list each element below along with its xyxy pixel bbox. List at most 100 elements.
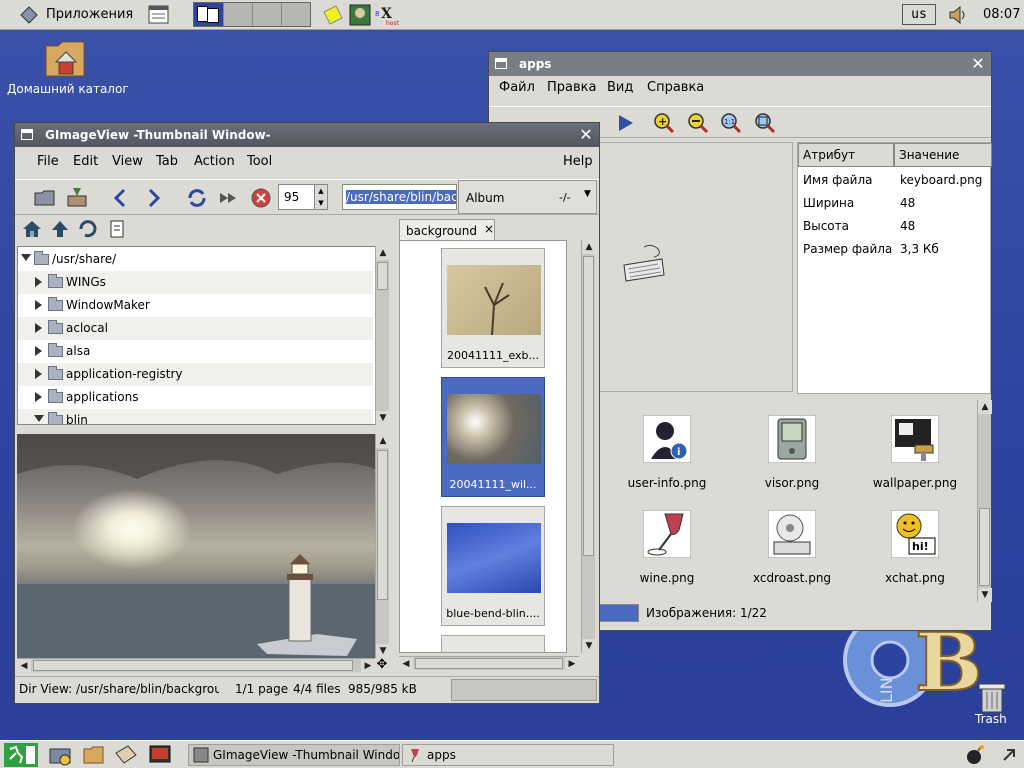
scroll-down-icon[interactable]: ▼ (582, 639, 596, 653)
path-input[interactable]: /usr/share/blin/bac (342, 184, 457, 210)
tree-row[interactable]: WINGs (18, 271, 373, 294)
zoom-fit-icon[interactable] (753, 111, 777, 135)
tree-row[interactable]: aclocal (18, 317, 373, 340)
skip-icon[interactable] (217, 186, 241, 210)
icon-wallpaper[interactable]: wallpaper.png (855, 414, 975, 490)
task-apps[interactable]: apps (402, 744, 614, 766)
preview-hscroll[interactable]: ◀ ▶ (17, 658, 375, 673)
icon-user-info[interactable]: i user-info.png (607, 414, 727, 490)
close-icon[interactable]: ✕ (969, 55, 987, 73)
icon-xcdroast[interactable]: xcdroast.png (732, 509, 852, 585)
collapsed-icon[interactable] (35, 323, 42, 333)
tray-arrow-icon[interactable] (1002, 748, 1016, 762)
document-icon[interactable] (106, 219, 130, 243)
window-menu-icon[interactable] (495, 58, 507, 69)
menu-view[interactable]: View (112, 154, 143, 169)
tree-scrollbar[interactable]: ▲ ▼ (375, 246, 390, 425)
scroll-left-icon[interactable]: ◀ (17, 659, 31, 673)
volume-icon[interactable] (948, 5, 968, 25)
home-folder-desktop-icon[interactable]: Домашний каталог (2, 38, 130, 98)
xhost-icon[interactable]: X 8 host (375, 4, 401, 26)
menu-help[interactable]: Help (563, 154, 593, 169)
workspace-2[interactable] (223, 3, 252, 26)
logout-icon[interactable] (4, 743, 38, 767)
launcher-4-icon[interactable] (148, 743, 172, 767)
icon-visor[interactable]: visor.png (732, 414, 852, 490)
apps-titlebar[interactable]: apps ✕ (489, 52, 991, 76)
window-list-icon[interactable] (148, 5, 170, 25)
scroll-down-icon[interactable]: ▼ (376, 644, 390, 658)
scroll-thumb[interactable] (377, 262, 388, 290)
scroll-up-icon[interactable]: ▲ (376, 246, 390, 260)
next-icon[interactable] (141, 186, 165, 210)
thumbnail-hscroll[interactable]: ◀ ▶ (399, 656, 579, 671)
tree-row[interactable]: applications (18, 386, 373, 409)
forward-icon[interactable] (613, 111, 637, 135)
zoom-normal-icon[interactable]: 1:1 (719, 111, 743, 135)
image-viewer-icon[interactable] (349, 4, 371, 26)
notes-icon[interactable] (322, 4, 344, 26)
collapsed-icon[interactable] (35, 369, 42, 379)
zoom-out-icon[interactable] (686, 111, 710, 135)
tree-row[interactable]: alsa (18, 340, 373, 363)
launcher-1-icon[interactable] (48, 743, 72, 767)
previous-icon[interactable] (109, 186, 133, 210)
menu-edit[interactable]: Правка (547, 80, 596, 95)
thumbnail-item-selected[interactable]: 20041111_wil... (441, 377, 545, 497)
up-arrow-icon[interactable] (49, 219, 73, 243)
thumbnail-item[interactable] (441, 635, 545, 652)
stop-icon[interactable] (249, 186, 273, 210)
collapsed-icon[interactable] (35, 346, 42, 356)
scroll-down-icon[interactable]: ▼ (978, 588, 992, 602)
icon-wine[interactable]: wine.png (607, 509, 727, 585)
close-icon[interactable]: ✕ (577, 126, 595, 144)
attr-header-key[interactable]: Атрибут (798, 143, 894, 167)
open-folder-icon[interactable] (33, 186, 57, 210)
refresh-icon[interactable] (185, 186, 209, 210)
scroll-up-icon[interactable]: ▲ (978, 400, 992, 414)
tab-background[interactable]: background × (399, 219, 495, 241)
tree-row[interactable]: blin (18, 409, 373, 424)
workspace-4[interactable] (281, 3, 310, 26)
zoom-in-icon[interactable]: + (652, 111, 676, 135)
scroll-right-icon[interactable]: ▶ (361, 659, 375, 673)
expanded-icon[interactable] (21, 254, 31, 261)
collapsed-icon[interactable] (35, 277, 42, 287)
thumbnail-item[interactable]: 20041111_exb... (441, 248, 545, 368)
menu-action[interactable]: Action (194, 154, 235, 169)
keyboard-layout-indicator[interactable]: us (902, 4, 936, 25)
spin-down-icon[interactable]: ▼ (314, 197, 327, 209)
workspace-1[interactable] (194, 3, 223, 26)
applications-menu[interactable]: Приложения (20, 4, 140, 26)
tree-row[interactable]: /usr/share/ (18, 248, 373, 271)
workspace-switcher[interactable] (193, 2, 311, 27)
menu-edit[interactable]: Edit (73, 154, 98, 169)
launcher-2-icon[interactable] (82, 743, 106, 767)
zoom-spinbox[interactable]: 95 ▲ ▼ (278, 184, 328, 210)
menu-help[interactable]: Справка (647, 80, 704, 95)
reload-icon[interactable] (77, 219, 101, 243)
spin-up-icon[interactable]: ▲ (314, 185, 327, 197)
scroll-thumb[interactable] (979, 508, 990, 586)
thumbnail-scrollbar[interactable]: ▲ ▼ (581, 240, 596, 653)
menu-tool[interactable]: Tool (247, 154, 272, 169)
gimv-titlebar[interactable]: GImageView -Thumbnail Window- ✕ (15, 123, 599, 147)
expanded-icon[interactable] (34, 415, 44, 422)
scroll-down-icon[interactable]: ▼ (376, 411, 390, 425)
thumbnail-item[interactable]: blue-bend-blin.... (441, 506, 545, 626)
tree-row[interactable]: WindowMaker (18, 294, 373, 317)
move-handle-icon[interactable]: ✥ (375, 658, 389, 672)
menu-view[interactable]: Вид (607, 80, 633, 95)
scroll-right-icon[interactable]: ▶ (565, 657, 579, 671)
scroll-thumb[interactable] (415, 658, 563, 669)
tree-row[interactable]: application-registry (18, 363, 373, 386)
scroll-up-icon[interactable]: ▲ (582, 240, 596, 254)
album-dropdown[interactable]: Album -/- ▼ (458, 180, 597, 214)
collapsed-icon[interactable] (35, 300, 42, 310)
workspace-3[interactable] (252, 3, 281, 26)
bomb-icon[interactable] (964, 744, 986, 766)
scroll-thumb[interactable] (33, 660, 353, 671)
scroll-up-icon[interactable]: ▲ (376, 434, 390, 448)
attr-header-value[interactable]: Значение (894, 143, 992, 167)
apps-icons-scrollbar[interactable]: ▲ ▼ (977, 400, 992, 602)
